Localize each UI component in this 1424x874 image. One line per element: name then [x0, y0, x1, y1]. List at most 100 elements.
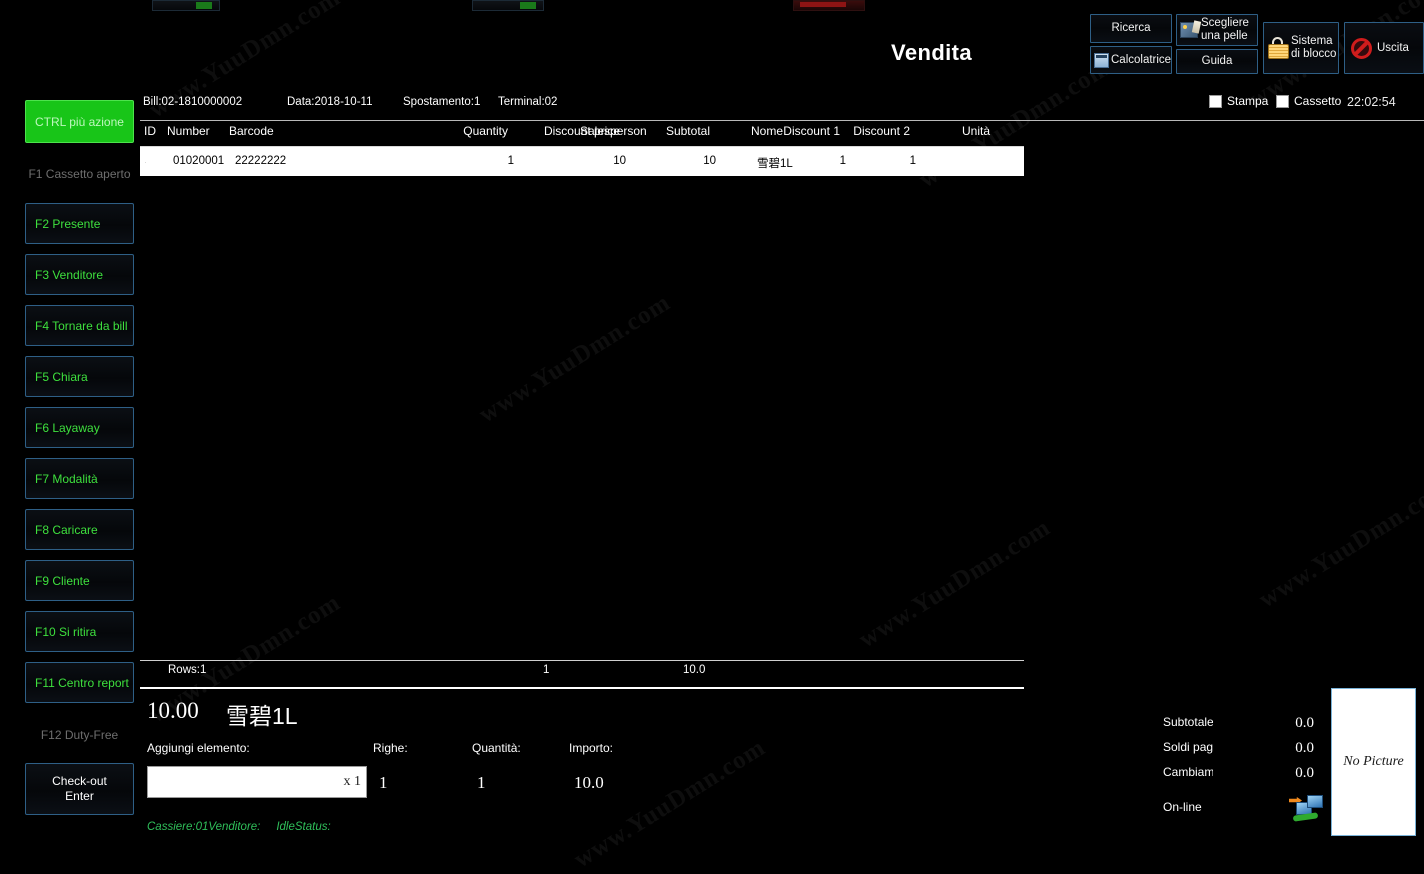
sidebar-item-label: F5 Chiara	[35, 369, 88, 384]
top-cutoff-strip	[0, 0, 1424, 11]
money-paid-label: Soldi pagati	[1163, 740, 1213, 754]
help-button-label: Guida	[1201, 55, 1233, 68]
cutoff-indicator-2	[520, 2, 536, 9]
lock-icon	[1268, 37, 1289, 59]
sidebar: CTRL più azione F1 Cassetto aperto F2 Pr…	[0, 0, 140, 841]
sidebar-item-label: F12 Duty-Free	[40, 727, 119, 742]
cell-number: 01020001	[173, 155, 225, 167]
toolbar-group-lock: Sistema di blocco	[1263, 14, 1339, 74]
online-label: On-line	[1163, 800, 1202, 814]
sidebar-item-f12-duty-free: F12 Duty-Free	[25, 715, 134, 754]
sidebar-item-label: F1 Cassetto aperto	[28, 166, 131, 181]
column-header-id: ID	[144, 124, 156, 138]
checkbox-icon	[1276, 94, 1289, 108]
sidebar-item-f8-caricare[interactable]: F8 Caricare	[25, 509, 134, 550]
sidebar-item-label: F11 Centro report	[35, 675, 129, 690]
sidebar-item-label: F3 Venditore	[35, 267, 104, 282]
cutoff-indicator-1	[196, 2, 212, 9]
summary-total-quantity: 1	[543, 664, 550, 676]
add-item-input[interactable]: x 1	[147, 766, 367, 798]
sidebar-item-f3-venditore[interactable]: F3 Venditore	[25, 254, 134, 295]
sidebar-item-label: F9 Cliente	[35, 573, 90, 588]
choose-skin-button[interactable]: Scegliere una pelle	[1176, 14, 1258, 46]
sidebar-item-f2-presente[interactable]: F2 Presente	[25, 203, 134, 244]
table-top-rule	[140, 120, 1424, 121]
calculator-icon	[1094, 52, 1109, 68]
toolbar-group-skin: Scegliere una pelle Guida	[1176, 14, 1258, 74]
exit-button[interactable]: Uscita	[1344, 22, 1424, 74]
sidebar-item-label: F8 Caricare	[35, 522, 98, 537]
quantita-label: Quantità:	[472, 741, 521, 755]
column-header-nome: Nome	[751, 124, 784, 138]
sidebar-item-f4-tornare-da-bill[interactable]: F4 Tornare da bill	[25, 305, 134, 346]
choose-skin-label-line1: Scegliere	[1201, 17, 1249, 30]
checkout-button[interactable]: Check-out Enter	[25, 763, 134, 815]
summary-total-amount: 10.0	[683, 664, 706, 676]
righe-label: Righe:	[373, 741, 408, 755]
add-item-label: Aggiungi elemento:	[147, 741, 250, 755]
sidebar-item-ctrl-action[interactable]: CTRL più azione	[25, 100, 134, 143]
column-header-salesperson: Salesperson	[580, 124, 647, 138]
cell-discount-2: 1	[909, 155, 916, 167]
cell-barcode: 22222222	[235, 155, 287, 167]
print-checkbox[interactable]: Stampa	[1209, 94, 1268, 108]
search-button[interactable]: Ricerca	[1090, 14, 1172, 43]
add-item-multiplier: x 1	[343, 774, 362, 789]
sidebar-item-label: F2 Presente	[35, 216, 101, 231]
column-header-barcode: Barcode	[229, 124, 274, 138]
table-header: ID Number Barcode Quantity Discount pric…	[140, 124, 1424, 143]
status-bar: Cassiere:01Venditore: IdleStatus:	[147, 821, 331, 833]
table-summary-row: Rows:1 1 10.0	[140, 664, 1024, 683]
toolbar-group-exit: Uscita	[1344, 14, 1424, 74]
calculator-button[interactable]: Calcolatrice	[1090, 46, 1172, 74]
search-button-label: Ricerca	[1111, 22, 1151, 35]
sidebar-item-f6-layaway[interactable]: F6 Layaway	[25, 407, 134, 448]
watermark: www.YuuDmn.com	[474, 288, 676, 429]
forbidden-icon	[1351, 37, 1372, 59]
sidebar-item-f5-chiara[interactable]: F5 Chiara	[25, 356, 134, 397]
bill-date: Data:2018-10-11	[287, 96, 373, 108]
sidebar-item-f10-si-ritira[interactable]: F10 Si ritira	[25, 611, 134, 652]
bill-terminal: Terminal:02	[498, 96, 558, 108]
table-row[interactable]: 01020001 22222222 1 10 10 1 1 雪碧1L	[146, 147, 1024, 176]
sidebar-item-label: CTRL più azione	[35, 114, 124, 129]
summary-bottom-rule	[140, 687, 1024, 689]
help-button[interactable]: Guida	[1176, 49, 1258, 74]
bill-shift: Spostamento:1	[403, 96, 481, 108]
network-icon	[1289, 793, 1323, 823]
quantita-value: 1	[477, 773, 486, 792]
page-title: Vendita	[891, 40, 973, 65]
choose-skin-label: Scegliere una pelle	[1201, 17, 1249, 43]
palette-icon	[1180, 22, 1198, 38]
change-label: Cambiamento	[1163, 765, 1213, 779]
checkout-button-line2: Enter	[65, 789, 94, 803]
money-paid-value: 0.0	[1295, 740, 1314, 756]
sidebar-item-f9-cliente[interactable]: F9 Cliente	[25, 560, 134, 601]
current-item-price: 10.00	[147, 698, 199, 723]
sidebar-item-label: F7 Modalità	[35, 471, 98, 486]
cutoff-indicator-3	[800, 2, 846, 7]
product-image-placeholder: No Picture	[1331, 688, 1416, 836]
cell-nome: 雪碧1L	[757, 158, 793, 170]
bill-number: Bill:02-1810000002	[143, 96, 243, 108]
drawer-checkbox[interactable]: Cassetto	[1276, 94, 1341, 108]
sidebar-item-label: F10 Si ritira	[35, 624, 97, 639]
watermark: www.YuuDmn.com	[854, 513, 1056, 654]
column-header-discount-2: Discount 2	[853, 124, 910, 138]
column-header-number: Number	[167, 124, 210, 138]
sidebar-item-label: F6 Layaway	[35, 420, 100, 435]
sidebar-item-f11-centro-report[interactable]: F11 Centro report	[25, 662, 134, 703]
importo-label: Importo:	[569, 741, 614, 755]
importo-value: 10.0	[574, 773, 604, 792]
subtotal-value: 0.0	[1295, 715, 1314, 731]
sidebar-item-f7-modalita[interactable]: F7 Modalità	[25, 458, 134, 499]
current-item-name: 雪碧1L	[226, 703, 298, 729]
lock-system-label-line2: di blocco	[1291, 48, 1337, 60]
lock-system-button[interactable]: Sistema di blocco	[1263, 22, 1339, 74]
summary-rows-count: Rows:1	[168, 664, 207, 676]
clock-display: 22:02:54	[1347, 95, 1396, 109]
toolbar-group-search: Ricerca Calcolatrice	[1090, 14, 1172, 74]
exit-button-label: Uscita	[1377, 41, 1409, 54]
choose-skin-label-line2: una pelle	[1201, 30, 1248, 42]
checkout-button-line1: Check-out	[52, 774, 107, 788]
